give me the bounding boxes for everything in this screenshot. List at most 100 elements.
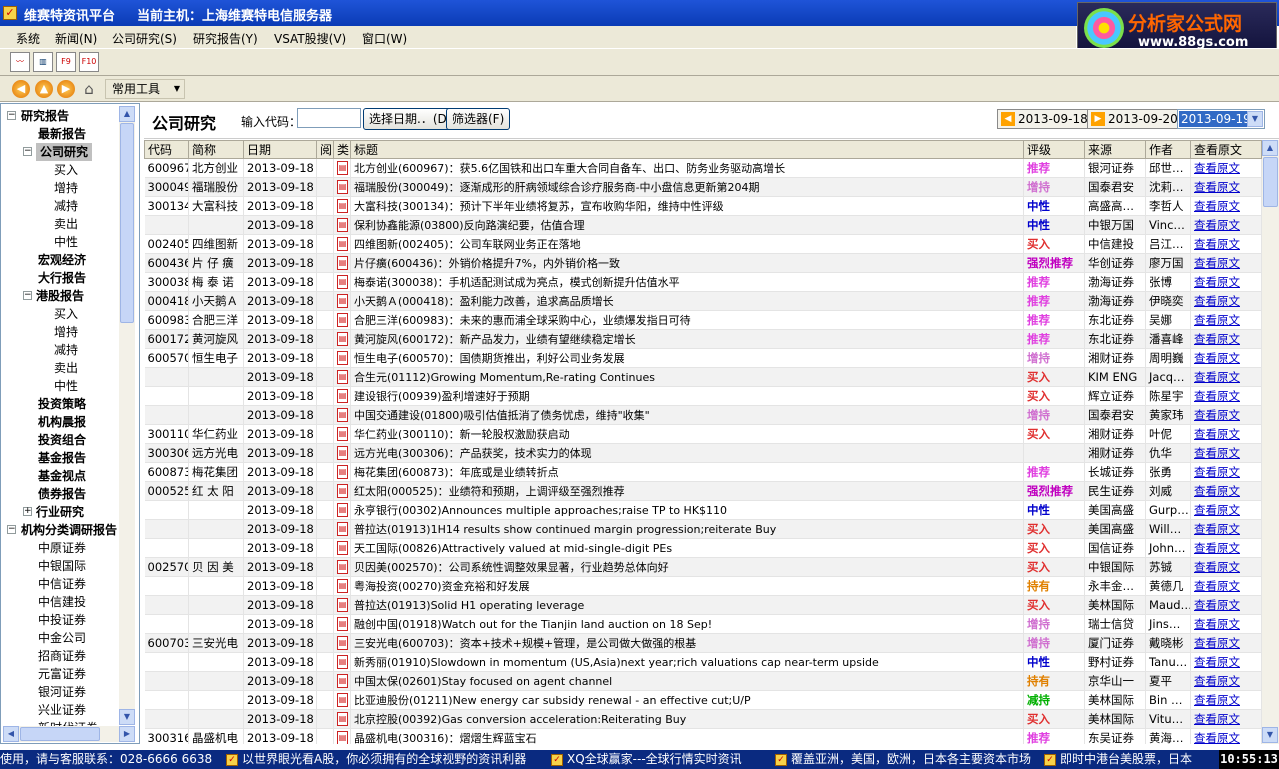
view-original-link[interactable]: 查看原文 <box>1194 560 1240 574</box>
pdf-icon[interactable]: ▤ <box>337 655 348 670</box>
cell-title[interactable]: 黄河旋风(600172)：新产品发力，业绩有望继续稳定增长 <box>350 329 1024 349</box>
table-row[interactable]: 000525 红 太 阳 2013-09-18 ▤ 红太阳(000525)：业绩符和预期… <box>144 481 1262 501</box>
tree-item[interactable]: 银河证券 <box>38 683 86 701</box>
view-original-link[interactable]: 查看原文 <box>1194 313 1240 327</box>
column-header[interactable]: 作者 <box>1145 140 1191 159</box>
tree-item[interactable]: 行业研究 <box>36 503 84 521</box>
table-row[interactable]: 2013-09-18 ▤ 比亚迪股份(01211)New energy car su… <box>144 690 1262 710</box>
pdf-icon[interactable]: ▤ <box>337 484 348 499</box>
table-row[interactable]: 600967 北方创业 2013-09-18 ▤ 北方创业(600967)：获5.6亿国… <box>144 158 1262 178</box>
cell-title[interactable]: 中国太保(02601)Stay focused on agent channel <box>350 671 1024 691</box>
bar-chart-icon[interactable]: ▥ <box>33 52 53 72</box>
f10-icon[interactable]: F10 <box>79 52 99 72</box>
view-original-link[interactable]: 查看原文 <box>1194 408 1240 422</box>
menu-news[interactable]: 新闻(N) <box>55 30 97 47</box>
tree-item[interactable]: 公司研究 <box>36 143 93 161</box>
tree-item[interactable]: 增持 <box>54 179 78 197</box>
tree-item[interactable]: 债券报告 <box>38 485 86 503</box>
view-original-link[interactable]: 查看原文 <box>1194 465 1240 479</box>
cell-title[interactable]: 晶盛机电(300316)：熠熠生辉蓝宝石 <box>350 728 1024 744</box>
pdf-icon[interactable]: ▤ <box>337 180 348 195</box>
view-original-link[interactable]: 查看原文 <box>1194 484 1240 498</box>
tree-item[interactable]: 机构分类调研报告 <box>21 521 117 539</box>
f9-icon[interactable]: F9 <box>56 52 76 72</box>
tree-item[interactable]: 减持 <box>54 341 78 359</box>
pdf-icon[interactable]: ▤ <box>337 674 348 689</box>
view-original-link[interactable]: 查看原文 <box>1194 294 1240 308</box>
pdf-icon[interactable]: ▤ <box>337 712 348 727</box>
tree-item[interactable]: 中信证券 <box>38 575 86 593</box>
pdf-icon[interactable]: ▤ <box>337 199 348 214</box>
tree-item[interactable]: 卖出 <box>54 359 78 377</box>
menu-window[interactable]: 窗口(W) <box>362 30 407 47</box>
cell-title[interactable]: 红太阳(000525)：业绩符和预期，上调评级至强烈推荐 <box>350 481 1024 501</box>
pdf-icon[interactable]: ▤ <box>337 522 348 537</box>
cell-title[interactable]: 永亨银行(00302)Announces multiple approaches… <box>350 500 1024 520</box>
table-row[interactable]: 300110 华仁药业 2013-09-18 ▤ 华仁药业(300110)：新一轮股权激… <box>144 424 1262 444</box>
tree-item[interactable]: 中金公司 <box>38 629 86 647</box>
tree-item[interactable]: 中原证券 <box>38 539 86 557</box>
view-original-link[interactable]: 查看原文 <box>1194 693 1240 707</box>
column-header[interactable]: 来源 <box>1084 140 1146 159</box>
view-original-link[interactable]: 查看原文 <box>1194 351 1240 365</box>
view-original-link[interactable]: 查看原文 <box>1194 161 1240 175</box>
cell-title[interactable]: 梅花集团(600873)：年底或是业绩转折点 <box>350 462 1024 482</box>
cell-title[interactable]: 粤海投资(00270)资金充裕和好发展 <box>350 576 1024 596</box>
table-row[interactable]: 2013-09-18 ▤ 北京控股(00392)Gas conversion acc… <box>144 709 1262 729</box>
table-row[interactable]: 2013-09-18 ▤ 融创中国(01918)Watch out for the … <box>144 614 1262 634</box>
prev-date-button[interactable]: ◀ 2013-09-18 <box>997 109 1093 129</box>
column-header[interactable]: 代码 <box>144 140 189 159</box>
cell-title[interactable]: 恒生电子(600570)：国债期货推出，利好公司业务发展 <box>350 348 1024 368</box>
home-icon[interactable]: ⌂ <box>80 80 98 98</box>
scroll-down-icon[interactable]: ▼ <box>1262 727 1278 743</box>
cell-title[interactable]: 小天鹅Ａ(000418)：盈利能力改善，追求高品质增长 <box>350 291 1024 311</box>
table-row[interactable]: 600983 合肥三洋 2013-09-18 ▤ 合肥三洋(600983)：未来的惠而浦… <box>144 310 1262 330</box>
table-row[interactable]: 300038 梅 泰 诺 2013-09-18 ▤ 梅泰诺(300038)：手机适配测试… <box>144 272 1262 292</box>
tree-item[interactable]: 中投证券 <box>38 611 86 629</box>
table-row[interactable]: 000418 小天鹅Ａ 2013-09-18 ▤ 小天鹅Ａ(000418)：盈利能力改善… <box>144 291 1262 311</box>
pdf-icon[interactable]: ▤ <box>337 465 348 480</box>
ticker-4[interactable]: ✓ 即时中港台美股票，日本 <box>1044 750 1192 769</box>
cell-title[interactable]: 四维图新(002405)：公司车联网业务正在落地 <box>350 234 1024 254</box>
view-original-link[interactable]: 查看原文 <box>1194 427 1240 441</box>
tree-item[interactable]: 中性 <box>54 233 78 251</box>
forward-icon[interactable]: ▶ <box>57 80 75 98</box>
table-row[interactable]: 2013-09-18 ▤ 粤海投资(00270)资金充裕和好发展 持有 永丰金… 黄德几查… <box>144 576 1262 596</box>
chevron-down-icon[interactable]: ▼ <box>1247 111 1263 127</box>
view-original-link[interactable]: 查看原文 <box>1194 579 1240 593</box>
expand-icon[interactable]: + <box>23 507 32 516</box>
pdf-icon[interactable]: ▤ <box>337 503 348 518</box>
tree-hscrollbar[interactable]: ◀ ▶ <box>3 726 135 742</box>
tree-item[interactable]: 基金视点 <box>38 467 86 485</box>
pdf-icon[interactable]: ▤ <box>337 598 348 613</box>
menu-system[interactable]: 系统 <box>16 30 40 47</box>
tree-item[interactable]: 宏观经济 <box>38 251 86 269</box>
pdf-icon[interactable]: ▤ <box>337 389 348 404</box>
scroll-down-icon[interactable]: ▼ <box>119 709 135 725</box>
table-row[interactable]: 600172 黄河旋风 2013-09-18 ▤ 黄河旋风(600172)：新产品发力，… <box>144 329 1262 349</box>
pdf-icon[interactable]: ▤ <box>337 370 348 385</box>
pdf-icon[interactable]: ▤ <box>337 237 348 252</box>
filter-button[interactable]: 筛选器(F) <box>446 108 511 130</box>
tree-item[interactable]: 兴业证券 <box>38 701 86 719</box>
pdf-icon[interactable]: ▤ <box>337 693 348 708</box>
table-row[interactable]: 2013-09-18 ▤ 中国太保(02601)Stay focused on ag… <box>144 671 1262 691</box>
menu-vsat[interactable]: VSAT股搜(V) <box>274 30 346 47</box>
table-row[interactable]: 2013-09-18 ▤ 建设银行(00939)盈利增速好于预期 买入 辉立证券 陈星宇查… <box>144 386 1262 406</box>
pdf-icon[interactable]: ▤ <box>337 161 348 176</box>
view-original-link[interactable]: 查看原文 <box>1194 598 1240 612</box>
pdf-icon[interactable]: ▤ <box>337 617 348 632</box>
pdf-icon[interactable]: ▤ <box>337 636 348 651</box>
tree-item[interactable]: 研究报告 <box>21 107 69 125</box>
pdf-icon[interactable]: ▤ <box>337 408 348 423</box>
scroll-thumb[interactable] <box>1263 157 1278 207</box>
tree-item[interactable]: 基金报告 <box>38 449 86 467</box>
cell-title[interactable]: 建设银行(00939)盈利增速好于预期 <box>350 386 1024 406</box>
pdf-icon[interactable]: ▤ <box>337 218 348 233</box>
pdf-icon[interactable]: ▤ <box>337 351 348 366</box>
tree-item[interactable]: 招商证券 <box>38 647 86 665</box>
tree-item[interactable]: 中银国际 <box>38 557 86 575</box>
tree-item[interactable]: 大行报告 <box>38 269 86 287</box>
view-original-link[interactable]: 查看原文 <box>1194 541 1240 555</box>
tree-item[interactable]: 增持 <box>54 323 78 341</box>
